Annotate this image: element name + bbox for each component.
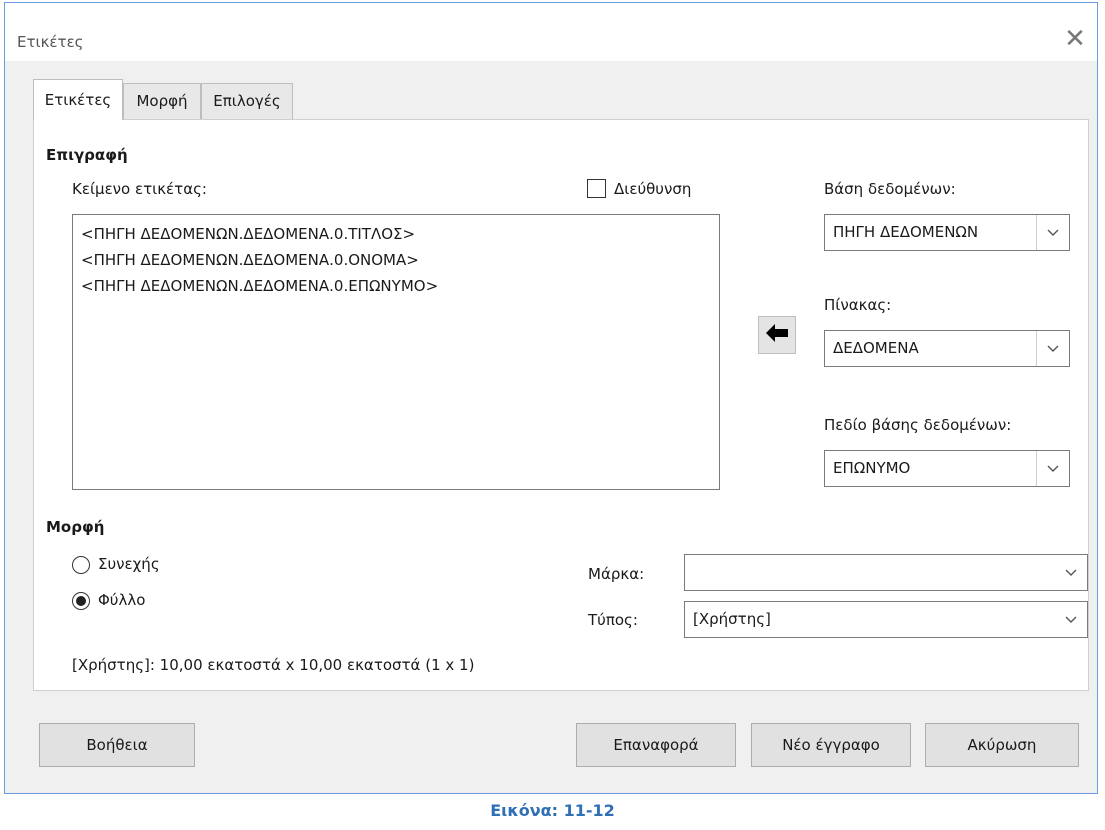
brand-select[interactable] [684, 554, 1088, 591]
help-button[interactable]: Βοήθεια [39, 723, 195, 767]
sheet-radio[interactable] [72, 592, 90, 610]
close-icon[interactable]: ✕ [1061, 25, 1089, 53]
table-value: ΔΕΔΟΜΕΝΑ [833, 339, 919, 357]
sheet-label[interactable]: Φύλλο [98, 591, 145, 609]
database-value: ΠΗΓΗ ΔΕΔΟΜΕΝΩΝ [833, 223, 979, 241]
format-heading: Μορφή [46, 518, 105, 536]
title-bar: Ετικέτες ✕ [5, 3, 1097, 61]
tab-labels[interactable]: Ετικέτες [33, 79, 123, 120]
database-field-select[interactable]: ΕΠΩΝΥΜΟ [824, 450, 1070, 487]
cancel-button[interactable]: Ακύρωση [925, 723, 1079, 767]
reset-button[interactable]: Επαναφορά [576, 723, 736, 767]
new-document-button[interactable]: Νέο έγγραφο [751, 723, 911, 767]
label-size-summary: [Χρήστης]: 10,00 εκατοστά x 10,00 εκατοσ… [72, 656, 475, 674]
chevron-down-icon [1036, 451, 1069, 486]
continuous-label[interactable]: Συνεχής [98, 555, 160, 573]
tab-options[interactable]: Επιλογές [201, 83, 293, 119]
insert-field-button[interactable] [758, 316, 796, 354]
labels-tab-panel: Επιγραφή Κείμενο ετικέτας: Διεύθυνση <ΠΗ… [33, 119, 1089, 691]
chevron-down-icon [1055, 555, 1087, 590]
label-text-line: <ΠΗΓΗ ΔΕΔΟΜΕΝΩΝ.ΔΕΔΟΜΕΝΑ.0.ΕΠΩΝΥΜΟ> [81, 277, 439, 295]
continuous-radio[interactable] [72, 556, 90, 574]
type-label: Τύπος: [588, 611, 638, 629]
label-text-area[interactable]: <ΠΗΓΗ ΔΕΔΟΜΕΝΩΝ.ΔΕΔΟΜΕΝΑ.0.ΤΙΤΛΟΣ> <ΠΗΓΗ… [72, 214, 720, 490]
labels-dialog: Ετικέτες ✕ Ετικέτες Μορφή Επιλογές Επιγρ… [4, 2, 1098, 794]
database-select[interactable]: ΠΗΓΗ ΔΕΔΟΜΕΝΩΝ [824, 214, 1070, 251]
table-label: Πίνακας: [824, 296, 892, 314]
database-field-label: Πεδίο βάσης δεδομένων: [824, 416, 1012, 434]
window-title: Ετικέτες [17, 33, 84, 51]
address-checkbox[interactable] [587, 179, 606, 198]
label-text-label: Κείμενο ετικέτας: [72, 180, 207, 198]
database-field-value: ΕΠΩΝΥΜΟ [833, 459, 911, 477]
inscription-heading: Επιγραφή [46, 146, 128, 164]
type-value: [Χρήστης] [693, 610, 771, 628]
chevron-down-icon [1036, 215, 1069, 250]
database-label: Βάση δεδομένων: [824, 180, 956, 198]
figure-caption: Εικόνα: 11-12 [490, 801, 615, 820]
label-text-line: <ΠΗΓΗ ΔΕΔΟΜΕΝΩΝ.ΔΕΔΟΜΕΝΑ.0.ΤΙΤΛΟΣ> [81, 225, 416, 243]
chevron-down-icon [1055, 602, 1087, 637]
table-select[interactable]: ΔΕΔΟΜΕΝΑ [824, 330, 1070, 367]
tab-format[interactable]: Μορφή [123, 83, 201, 119]
type-select[interactable]: [Χρήστης] [684, 601, 1088, 638]
address-label[interactable]: Διεύθυνση [614, 180, 691, 198]
label-text-line: <ΠΗΓΗ ΔΕΔΟΜΕΝΩΝ.ΔΕΔΟΜΕΝΑ.0.ΟΝΟΜΑ> [81, 251, 419, 269]
chevron-down-icon [1036, 331, 1069, 366]
brand-label: Μάρκα: [588, 565, 645, 583]
left-arrow-icon [766, 324, 788, 346]
